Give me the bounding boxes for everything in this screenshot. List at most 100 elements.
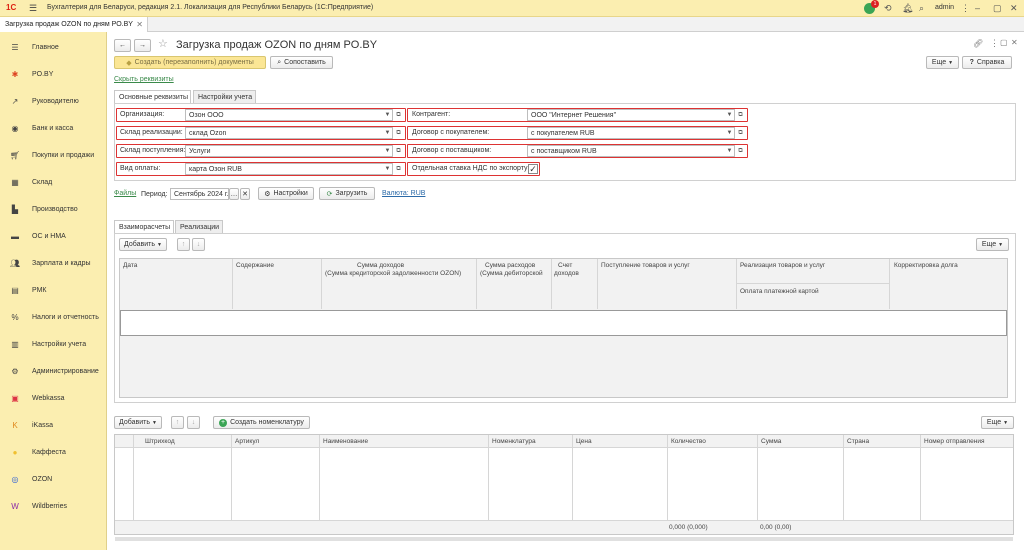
sidebar-item-label: Налоги и отчетность — [32, 313, 99, 321]
sidebar-item-label: Производство — [32, 205, 78, 213]
sidebar: ☰ Главное ✱ PO.BY ↗ Руководителю ◉ Банк и касса… — [0, 32, 107, 550]
period-field[interactable]: Сентябрь 2024 г. — [170, 188, 229, 200]
sidebar-item-10[interactable]: % Налоги и отчетность — [0, 304, 107, 330]
tab-sales[interactable]: Реализации — [175, 220, 223, 233]
buyer-contract-dropdown-icon[interactable]: ▼ — [725, 128, 734, 138]
user-name[interactable]: admin — [935, 4, 954, 11]
settlements-empty-row[interactable] — [120, 310, 1007, 336]
col-correction: Корректировка долга — [894, 262, 958, 269]
grid-divider — [889, 259, 890, 309]
currency-link[interactable]: Валюта: RUB — [382, 190, 425, 197]
tab-main-requisites[interactable]: Основные реквизиты — [114, 90, 191, 103]
tab-accounting-settings[interactable]: Настройки учета — [193, 90, 256, 103]
period-select-button[interactable]: … — [229, 188, 239, 200]
sidebar-item-11[interactable]: ▥ Настройки учета — [0, 331, 107, 357]
supplier-contract-dropdown-icon[interactable]: ▼ — [725, 146, 734, 156]
create-documents-button[interactable]: ◆ Создать (перезаполнить) документы — [114, 56, 266, 69]
counterparty-field[interactable]: ООО "Интернет Решения" — [527, 109, 735, 121]
sidebar-item-16[interactable]: ◎ OZON — [0, 466, 107, 492]
sidebar-item-15[interactable]: ● Каффеста — [0, 439, 107, 465]
receipt-warehouse-field[interactable]: Услуги — [185, 145, 393, 157]
sidebar-item-1[interactable]: ✱ PO.BY — [0, 61, 107, 87]
period-clear-button[interactable]: ✕ — [240, 188, 250, 200]
dropdown-arrow-icon: ▼ — [151, 419, 157, 426]
sales-warehouse-open-icon[interactable]: ⧉ — [394, 128, 403, 138]
receipt-warehouse-open-icon[interactable]: ⧉ — [394, 146, 403, 156]
hide-requisites-link[interactable]: Скрыть реквизиты — [114, 76, 174, 83]
organization-open-icon[interactable]: ⧉ — [394, 110, 403, 120]
back-button[interactable]: ← — [114, 39, 131, 52]
col-expense: Сумма расходов — [485, 262, 536, 269]
scroll-bar[interactable] — [115, 537, 1013, 541]
settlements-add-button[interactable]: Добавить ▼ — [119, 238, 167, 251]
sidebar-item-8[interactable]: 👥︎ Зарплата и кадры — [0, 250, 107, 276]
create-nomenclature-button[interactable]: + Создать номенклатуру — [213, 416, 310, 429]
goods-add-button[interactable]: Добавить ▼ — [114, 416, 162, 429]
sidebar-item-7[interactable]: ▬ ОС и НМА — [0, 223, 107, 249]
organization-dropdown-icon[interactable]: ▼ — [383, 110, 392, 120]
buyer-contract-open-icon[interactable]: ⧉ — [736, 128, 745, 138]
tab-settlements[interactable]: Взаиморасчеты — [114, 220, 174, 233]
search-icon[interactable]: ⌕ — [919, 3, 924, 14]
help-button[interactable]: ? Справка — [962, 56, 1012, 69]
main-menu-icon[interactable]: ☰ — [29, 3, 37, 14]
more-menu-icon[interactable]: ⋮ — [961, 3, 970, 14]
vat-checkbox[interactable]: ✓ — [528, 164, 538, 174]
sidebar-item-14[interactable]: KiKassa — [0, 412, 107, 438]
goods-col-2: Наименование — [323, 438, 369, 445]
files-link[interactable]: Файлы — [114, 190, 136, 197]
close-tab-icon[interactable]: ✕ — [136, 20, 143, 29]
close-window-icon[interactable]: ✕ — [1010, 3, 1018, 14]
link-icon[interactable]: 🔗︎ — [973, 39, 983, 48]
counterparty-dropdown-icon[interactable]: ▼ — [725, 110, 734, 120]
organization-field[interactable]: Озон ООО — [185, 109, 393, 121]
move-up-button[interactable]: ↑ — [177, 238, 190, 251]
sidebar-item-3[interactable]: ◉ Банк и касса — [0, 115, 107, 141]
compare-button[interactable]: ⌕ Сопоставить — [270, 56, 333, 69]
sidebar-item-6[interactable]: ▙ Производство — [0, 196, 107, 222]
favorite-star-icon[interactable]: ☆ — [158, 37, 168, 50]
maximize-icon[interactable]: ▢ — [993, 3, 1002, 14]
sales-warehouse-dropdown-icon[interactable]: ▼ — [383, 128, 392, 138]
settlements-more-button[interactable]: Еще ▼ — [976, 238, 1009, 251]
help-icon: ? — [969, 59, 974, 66]
sidebar-item-12[interactable]: ⚙ Администрирование — [0, 358, 107, 384]
goods-more-button[interactable]: Еще ▼ — [981, 416, 1014, 429]
goods-col-1: Артикул — [235, 438, 260, 445]
sidebar-item-label: Каффеста — [32, 448, 66, 456]
minimize-icon[interactable]: – — [975, 3, 980, 13]
grid-divider — [476, 259, 477, 309]
sidebar-item-0[interactable]: ☰ Главное — [0, 34, 107, 60]
star-icon[interactable]: ☆ — [903, 3, 911, 14]
close-form-icon[interactable]: ✕ — [1011, 38, 1018, 47]
history-icon[interactable]: ⟲ — [884, 3, 892, 14]
refresh-icon: ⟳ — [326, 190, 333, 198]
sidebar-item-13[interactable]: ▣ Webkassa — [0, 385, 107, 411]
supplier-contract-open-icon[interactable]: ⧉ — [736, 146, 745, 156]
grid-divider — [321, 259, 322, 309]
sidebar-item-5[interactable]: ▦ Склад — [0, 169, 107, 195]
open-tabs-bar: Загрузка продаж OZON по дням PO.BY ✕ — [0, 17, 1024, 32]
receipt-warehouse-dropdown-icon[interactable]: ▼ — [383, 146, 392, 156]
payment-type-dropdown-icon[interactable]: ▼ — [383, 164, 392, 174]
sales-warehouse-field[interactable]: склад Ozon — [185, 127, 393, 139]
goods-move-down-button[interactable]: ↓ — [187, 416, 200, 429]
tab-document[interactable]: Загрузка продаж OZON по дням PO.BY ✕ — [0, 17, 148, 32]
options-icon[interactable]: ⋮ — [990, 38, 999, 49]
goods-move-up-button[interactable]: ↑ — [171, 416, 184, 429]
settings-button[interactable]: ⚙ Настройки — [258, 187, 314, 200]
forward-button[interactable]: → — [134, 39, 151, 52]
move-down-button[interactable]: ↓ — [192, 238, 205, 251]
sidebar-item-9[interactable]: ▤ РМК — [0, 277, 107, 303]
sidebar-item-2[interactable]: ↗ Руководителю — [0, 88, 107, 114]
buyer-contract-field[interactable]: с покупателем RUB — [527, 127, 735, 139]
sidebar-item-17[interactable]: W Wildberries — [0, 493, 107, 519]
payment-type-field[interactable]: карта Озон RUB — [185, 163, 393, 175]
expand-icon[interactable]: ▢ — [1000, 38, 1008, 47]
payment-type-open-icon[interactable]: ⧉ — [394, 164, 403, 174]
more-button-top[interactable]: Еще ▼ — [926, 56, 959, 69]
sidebar-item-4[interactable]: 🛒︎ Покупки и продажи — [0, 142, 107, 168]
load-button[interactable]: ⟳ Загрузить — [319, 187, 375, 200]
counterparty-open-icon[interactable]: ⧉ — [736, 110, 745, 120]
supplier-contract-field[interactable]: с поставщиком RUB — [527, 145, 735, 157]
